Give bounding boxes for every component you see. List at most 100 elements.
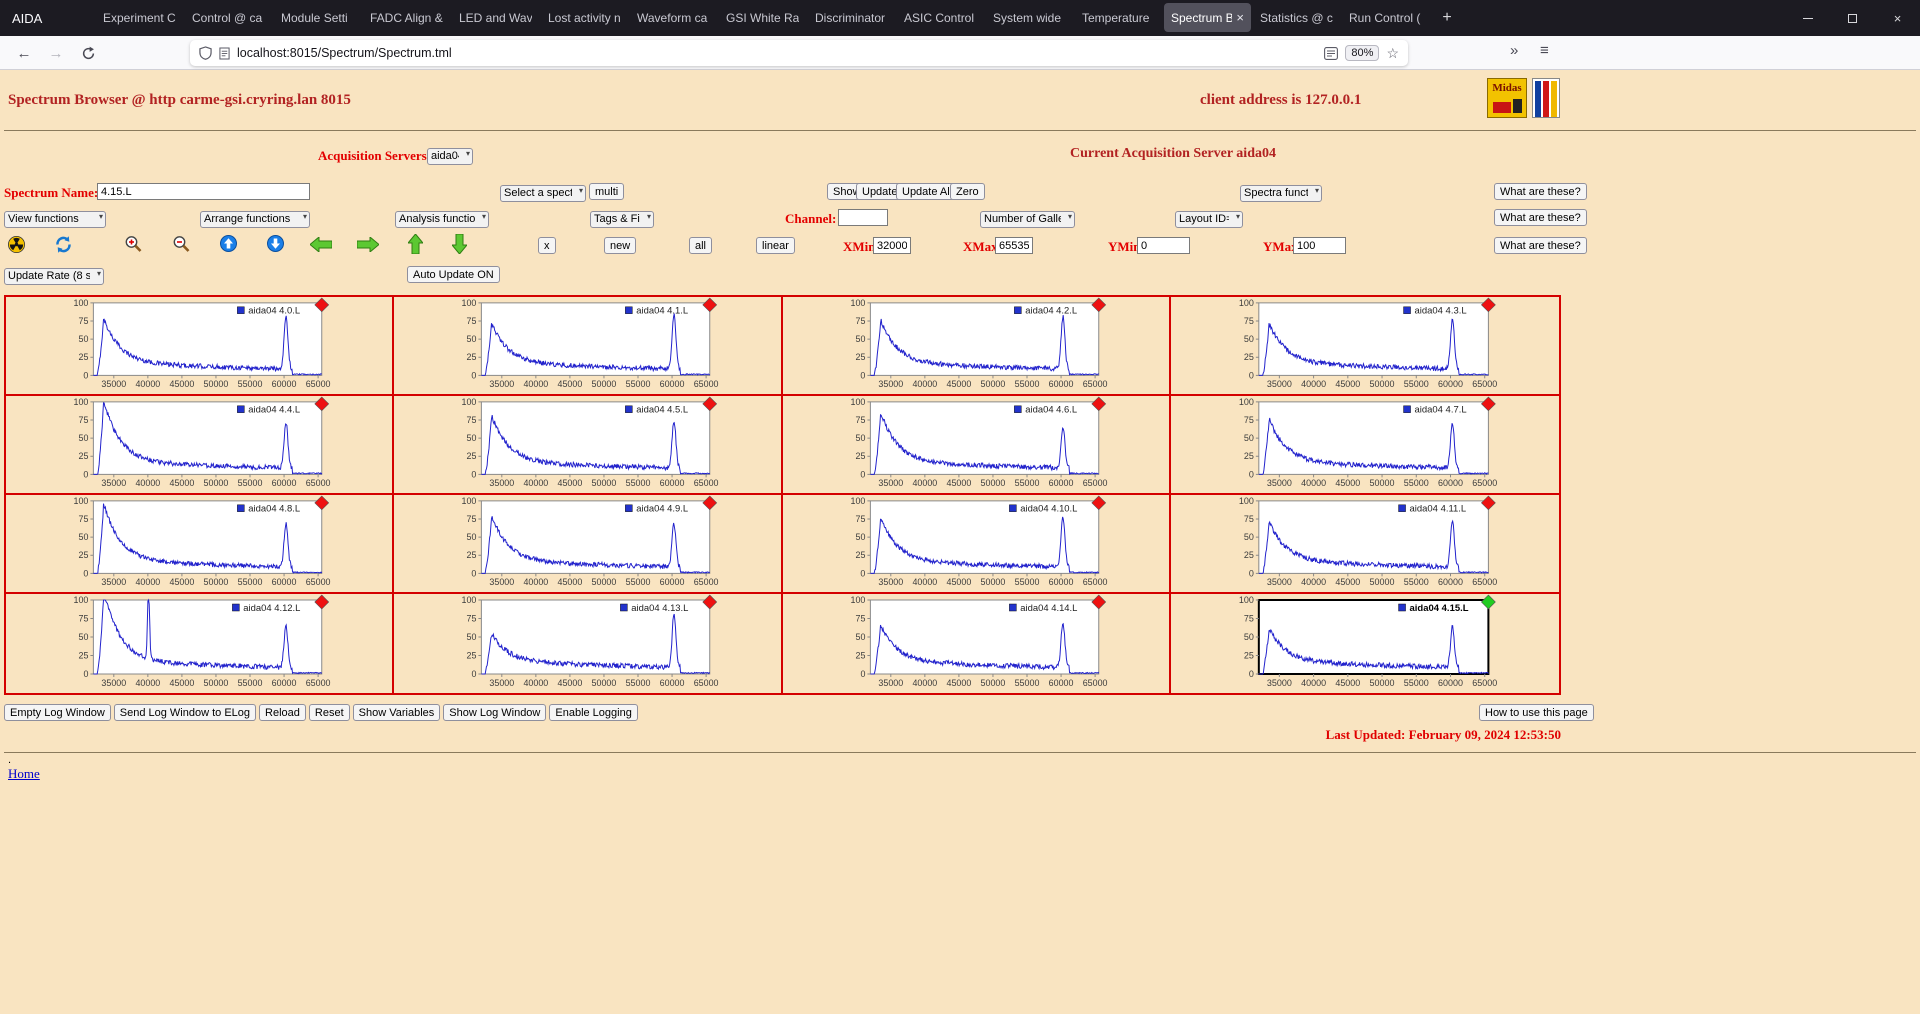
unzoom-y-up-button[interactable] [220,235,237,252]
send-log-to-elog-button[interactable]: Send Log Window to ELog [113,704,257,721]
app-menu-button[interactable]: ≡ [1540,42,1549,59]
tab-waveform-ca[interactable]: Waveform ca [630,3,717,32]
tab-spectrum-b[interactable]: Spectrum B × [1164,3,1251,32]
update-all-button[interactable]: Update All [896,183,959,200]
spectrum-cell-4-4-L[interactable]: 0 25 50 75 100 35000 40000 45000 50000 55000 60000… [6,396,395,495]
zoom-in-button[interactable] [124,235,144,254]
minimize-button[interactable] [1785,0,1830,36]
xmax-input[interactable] [995,237,1033,254]
tab-run-control[interactable]: Run Control ( [1342,3,1429,32]
spectrum-cell-4-10-L[interactable]: 0 25 50 75 100 35000 40000 45000 50000 55000 60000… [782,495,1171,594]
maximize-button[interactable] [1830,0,1875,36]
tags-fits-select[interactable]: Tags & Fits [590,210,654,228]
spectrum-cell-4-1-L[interactable]: 0 25 50 75 100 35000 40000 45000 50000 55000 60000… [394,297,783,396]
select-a-spectrum[interactable]: Select a spectrum [500,184,586,202]
tab-asic-control[interactable]: ASIC Control [897,3,984,32]
url-text[interactable]: localhost:8015/Spectrum/Spectrum.tml [237,46,452,60]
down-spectrum-button[interactable] [452,234,467,254]
tab-module-setti[interactable]: Module Setti [274,3,361,32]
spectrum-name-input[interactable] [97,183,310,200]
tab-fadc-align[interactable]: FADC Align & [363,3,450,32]
what-are-these-button-1[interactable]: What are these? [1494,183,1587,200]
window-title: AIDA [12,10,43,26]
new-button[interactable]: new [604,237,637,254]
url-bar[interactable]: localhost:8015/Spectrum/Spectrum.tml 80%… [190,40,1408,66]
spectrum-cell-4-12-L[interactable]: 0 25 50 75 100 35000 40000 45000 50000 55000 60000… [6,594,395,693]
number-of-galleries-select[interactable]: Number of Galleries [980,210,1075,228]
zoom-level-badge[interactable]: 80% [1345,45,1380,61]
close-window-button[interactable]: × [1875,0,1920,36]
arrange-functions-select[interactable]: Arrange functions [200,210,310,228]
spectrum-chart: 0 25 50 75 100 35000 40000 45000 50000 55000 60000… [1239,297,1497,389]
tab-experiment-c[interactable]: Experiment C [96,3,183,32]
tab-bar: AIDA Experiment C Control @ ca Module Sett… [0,0,1920,36]
refresh-spectra-button[interactable] [54,235,73,254]
zero-button[interactable]: Zero [950,183,985,200]
linear-button[interactable]: linear [756,237,795,254]
ymax-input[interactable] [1293,237,1346,254]
spectrum-cell-4-2-L[interactable]: 0 25 50 75 100 35000 40000 45000 50000 55000 60000… [782,297,1171,396]
tab-statistics-c[interactable]: Statistics @ c [1253,3,1340,32]
ymin-input[interactable] [1137,237,1190,254]
channel-input[interactable] [838,209,888,226]
reload-button[interactable] [74,39,102,67]
empty-log-window-button[interactable]: Empty Log Window [4,704,111,721]
site-info-icon[interactable] [219,46,230,60]
analysis-functions-select[interactable]: Analysis functions [395,210,489,228]
tab-discriminator[interactable]: Discriminator [808,3,895,32]
spectrum-cell-4-13-L[interactable]: 0 25 50 75 100 35000 40000 45000 50000 55000 60000… [394,594,783,693]
all-button[interactable]: all [689,237,713,254]
back-button[interactable]: ← [10,39,38,67]
overflow-menu-button[interactable]: » [1510,42,1518,59]
spectrum-cell-4-8-L[interactable]: 0 25 50 75 100 35000 40000 45000 50000 55000 60000… [6,495,395,594]
tab-close-icon[interactable]: × [1236,10,1244,25]
spectrum-cell-4-5-L[interactable]: 0 25 50 75 100 35000 40000 45000 50000 55000 60000… [394,396,783,495]
tab-gsi-white-ra[interactable]: GSI White Ra [719,3,806,32]
bookmark-star-icon[interactable]: ☆ [1386,45,1399,62]
new-tab-button[interactable]: + [1432,4,1462,33]
tab-control-ca[interactable]: Control @ ca [185,3,272,32]
previous-spectrum-button[interactable] [310,237,332,252]
layout-id-select[interactable]: Layout ID=8 [1175,210,1243,228]
next-spectrum-button[interactable] [357,237,379,252]
what-are-these-button-3[interactable]: What are these? [1494,237,1587,254]
unzoom-y-down-button[interactable] [267,235,284,252]
spectrum-cell-4-14-L[interactable]: 0 25 50 75 100 35000 40000 45000 50000 55000 60000… [783,594,1171,693]
spectrum-cell-4-7-L[interactable]: 0 25 50 75 100 35000 40000 45000 50000 55000 60000… [1170,396,1559,495]
spectrum-cell-4-11-L[interactable]: 0 25 50 75 100 35000 40000 45000 50000 55000 60000… [1170,495,1559,594]
spectrum-cell-4-3-L[interactable]: 0 25 50 75 100 35000 40000 45000 50000 55000 60000… [1170,297,1559,396]
home-link[interactable]: Home [8,766,40,782]
zoom-out-button[interactable] [172,235,192,254]
x-projection-button[interactable]: x [538,237,556,254]
spectrum-cell-4-6-L[interactable]: 0 25 50 75 100 35000 40000 45000 50000 55000 60000… [782,396,1171,495]
x-tick-label: 50000 [204,478,229,488]
y-tick-label: 75 [467,613,477,623]
spectrum-cell-4-15-L[interactable]: 0 25 50 75 100 35000 40000 45000 50000 55000 60000… [1171,594,1559,693]
spectrum-cell-4-0-L[interactable]: 0 25 50 75 100 35000 40000 45000 50000 55000 60000… [6,297,395,396]
enable-logging-button[interactable]: Enable Logging [549,704,638,721]
multi-button[interactable]: multi [589,183,625,200]
what-are-these-button-2[interactable]: What are these? [1494,209,1587,226]
forward-button[interactable]: → [42,39,70,67]
shield-icon[interactable] [199,46,212,60]
update-rate-select[interactable]: Update Rate (8 secs) [4,267,104,285]
reset-button[interactable]: Reset [308,704,350,721]
how-to-use-button[interactable]: How to use this page [1479,704,1594,721]
xmin-input[interactable] [873,237,911,254]
acquisition-server-select[interactable]: aida04 [427,147,473,165]
x-tick-label: 55000 [1014,678,1039,688]
reload-page-button[interactable]: Reload [259,704,306,721]
tab-temperature[interactable]: Temperature [1075,3,1162,32]
tab-led-and-wav[interactable]: LED and Wav [452,3,539,32]
tab-lost-activity-n[interactable]: Lost activity n [541,3,628,32]
reader-view-icon[interactable] [1324,46,1339,60]
auto-update-button[interactable]: Auto Update ON [407,266,500,283]
radiation-button[interactable] [8,236,25,253]
spectrum-cell-4-9-L[interactable]: 0 25 50 75 100 35000 40000 45000 50000 55000 60000… [394,495,783,594]
show-log-window-button[interactable]: Show Log Window [443,704,547,721]
tab-system-wide[interactable]: System wide [986,3,1073,32]
show-variables-button[interactable]: Show Variables [352,704,441,721]
spectra-functions-select[interactable]: Spectra functions [1240,184,1322,202]
up-spectrum-button[interactable] [408,234,423,254]
view-functions-select[interactable]: View functions [4,210,106,228]
